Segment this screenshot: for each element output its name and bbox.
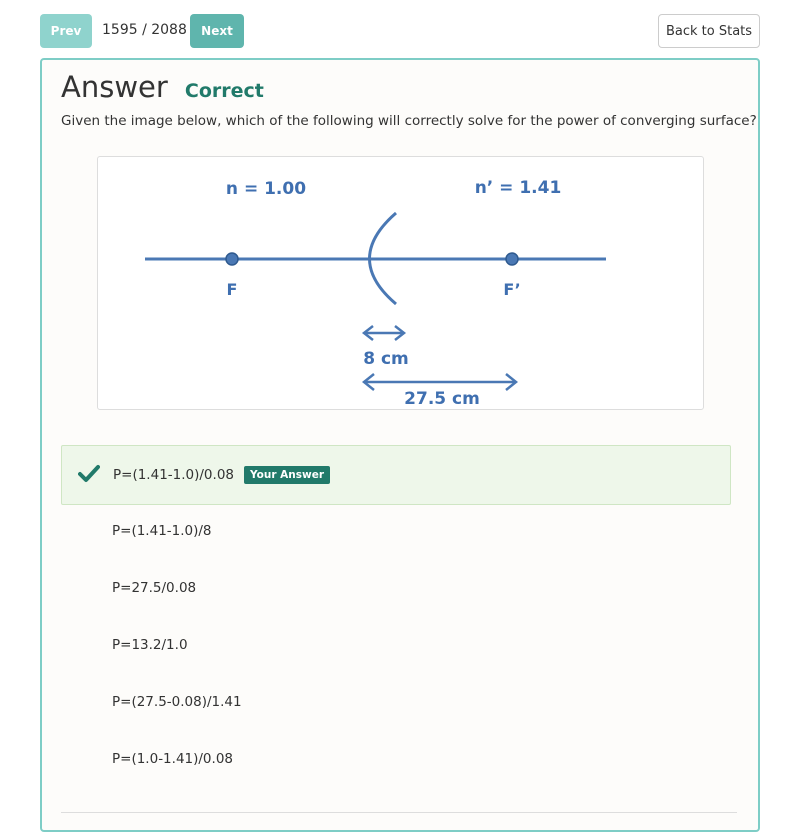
answer-panel: Answer Correct Given the image below, wh… (40, 58, 760, 832)
short-distance-label: 8 cm (363, 349, 409, 369)
checkmark-icon (78, 465, 100, 482)
question-diagram: n = 1.00 n’ = 1.41 F F’ 8 cm 27.5 cm (97, 156, 704, 410)
answer-option-text: P=(1.41-1.0)/8 (112, 523, 212, 539)
question-counter: 1595 / 2088 (102, 22, 187, 38)
focal-right-label: F’ (503, 280, 520, 299)
next-button[interactable]: Next (190, 14, 244, 48)
answer-option-text: P=(1.41-1.0)/0.08 Your Answer (113, 466, 331, 484)
short-distance-arrow (361, 325, 407, 341)
long-distance-arrow (361, 373, 519, 391)
refractive-index-right-label: n’ = 1.41 (475, 178, 562, 198)
answer-option-text: P=27.5/0.08 (112, 580, 197, 596)
answer-option-3[interactable]: P=27.5/0.08 (61, 560, 729, 618)
answer-option-text: P=13.2/1.0 (112, 637, 188, 653)
answer-header: Answer Correct (61, 70, 264, 104)
optics-diagram: n = 1.00 n’ = 1.41 F F’ 8 cm 27.5 cm (145, 178, 606, 409)
answer-option-2[interactable]: P=(1.41-1.0)/8 (61, 503, 729, 561)
answer-option-text: P=(1.0-1.41)/0.08 (112, 751, 233, 767)
back-to-stats-button[interactable]: Back to Stats (658, 14, 760, 48)
focal-point-right (505, 252, 519, 266)
navigation-bar: Prev 1595 / 2088 Next Back to Stats (40, 14, 760, 48)
focal-left-label: F (227, 280, 238, 299)
result-status: Correct (184, 80, 264, 102)
refractive-index-left-label: n = 1.00 (226, 179, 306, 199)
answer-option-text: P=(27.5-0.08)/1.41 (112, 694, 242, 710)
your-answer-badge: Your Answer (244, 466, 331, 484)
focal-point-left (225, 252, 239, 266)
answer-option-6[interactable]: P=(1.0-1.41)/0.08 (61, 731, 729, 789)
question-text: Given the image below, which of the foll… (61, 113, 757, 129)
answer-option-1[interactable]: P=(1.41-1.0)/0.08 Your Answer (61, 445, 731, 505)
prev-button[interactable]: Prev (40, 14, 92, 48)
answer-option-4[interactable]: P=13.2/1.0 (61, 617, 729, 675)
answer-option-5[interactable]: P=(27.5-0.08)/1.41 (61, 674, 729, 732)
answer-title: Answer (61, 70, 168, 104)
long-distance-label: 27.5 cm (404, 389, 480, 409)
